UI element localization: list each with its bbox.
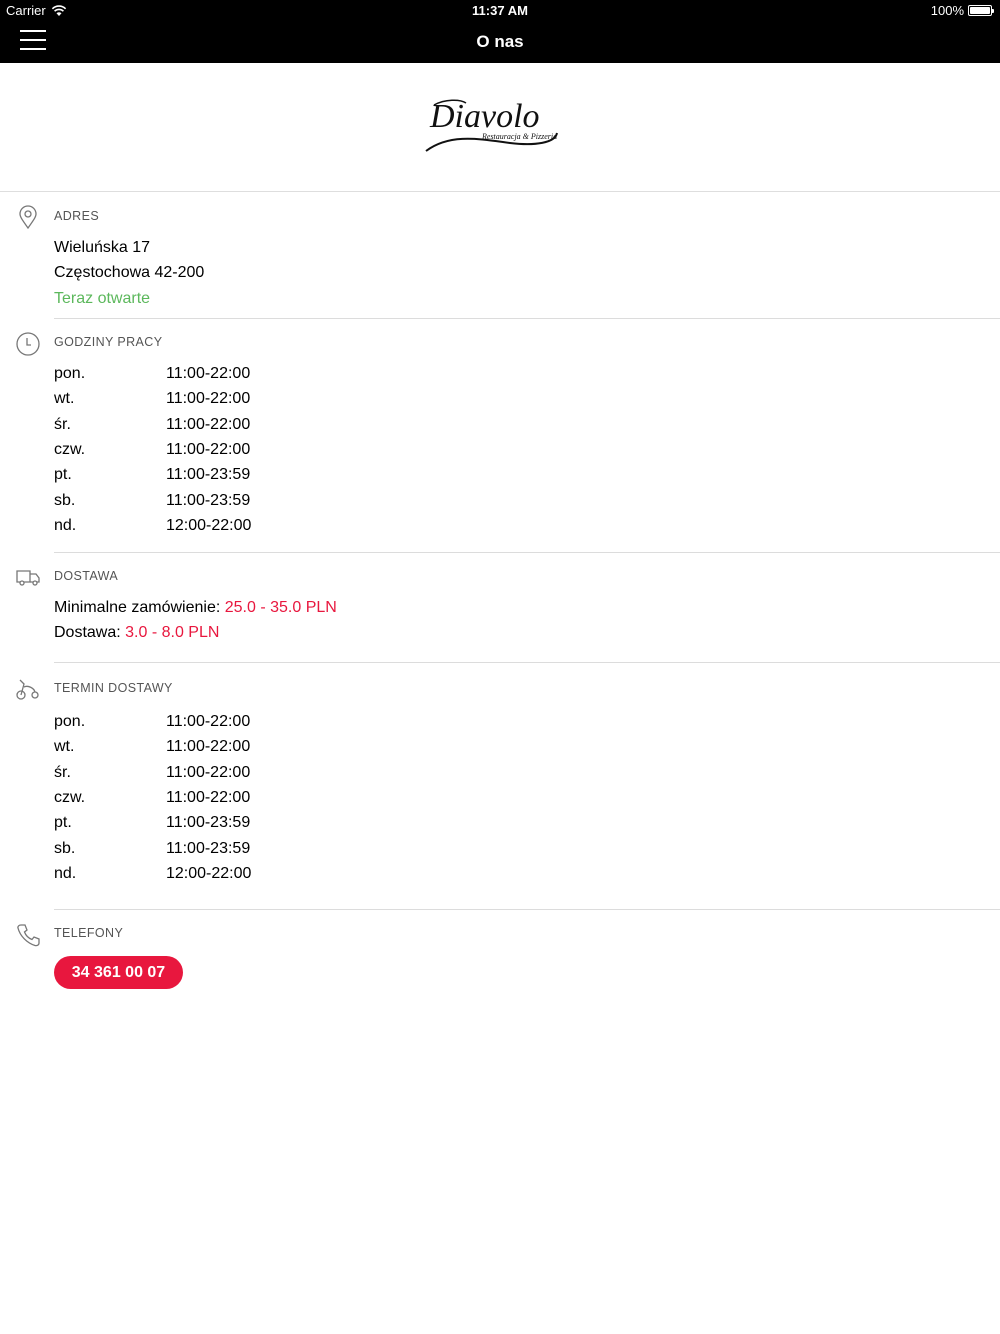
delivery-hours-row: wt. 11:00-22:00 xyxy=(54,738,250,756)
hours-value: 11:00-23:59 xyxy=(166,814,251,832)
delivery-fee-value: 3.0 - 8.0 PLN xyxy=(125,624,220,641)
address-street: Wieluńska 17 xyxy=(54,239,151,256)
page-title: O nas xyxy=(476,32,524,51)
opening-hours-row: wt. 11:00-22:00 xyxy=(54,390,250,408)
day-label: czw. xyxy=(54,440,86,458)
delivery-hours-row: czw. 11:00-22:00 xyxy=(54,789,250,807)
hours-value: 12:00-22:00 xyxy=(166,516,252,534)
delivery-label: DOSTAWA xyxy=(54,569,119,583)
divider xyxy=(54,909,1000,910)
day-label: sb. xyxy=(54,839,76,857)
top-bar: Carrier 11:37 AM 100% O nas xyxy=(0,0,1000,63)
hours-value: 11:00-22:00 xyxy=(166,763,251,781)
hours-value: 11:00-22:00 xyxy=(166,390,251,408)
day-label: pon. xyxy=(54,365,86,382)
delivery-hours-row: sb. 11:00-23:59 xyxy=(54,840,250,858)
location-pin-icon xyxy=(19,205,37,230)
opening-hours-label: GODZINY PRACY xyxy=(54,335,163,349)
hours-value: 12:00-22:00 xyxy=(166,864,252,882)
hours-value: 11:00-22:00 xyxy=(166,788,251,806)
day-label: wt. xyxy=(54,390,75,408)
delivery-hours-row: pt. 11:00-23:59 xyxy=(54,814,250,832)
delivery-truck-icon xyxy=(16,570,40,586)
delivery-hours-row: śr. 11:00-22:00 xyxy=(54,764,250,782)
divider xyxy=(54,662,1000,663)
hours-value: 11:00-23:59 xyxy=(166,466,251,484)
hours-value: 11:00-23:59 xyxy=(166,491,251,509)
svg-text:Restauracja & Pizzeria: Restauracja & Pizzeria xyxy=(481,132,557,141)
clock-icon xyxy=(16,332,40,356)
hours-value: 11:00-22:00 xyxy=(166,738,251,756)
day-label: wt. xyxy=(54,738,75,756)
open-status: Teraz otwarte xyxy=(54,290,151,307)
svg-text:Diavolo: Diavolo xyxy=(429,98,540,135)
battery-percent: 100% xyxy=(930,3,964,18)
day-label: pt. xyxy=(54,466,72,484)
opening-hours-row: pt. 11:00-23:59 xyxy=(54,466,250,484)
opening-hours-row: czw. 11:00-22:00 xyxy=(54,441,250,459)
opening-hours-row: pon. 11:00-22:00 xyxy=(54,365,250,383)
address-city: Częstochowa 42-200 xyxy=(54,264,205,281)
diavolo-logo: Diavolo Restauracja & Pizzeria xyxy=(425,98,558,152)
hours-value: 11:00-23:59 xyxy=(166,839,251,857)
address-label: ADRES xyxy=(54,209,100,223)
divider xyxy=(54,552,1000,553)
hours-value: 11:00-22:00 xyxy=(166,365,251,382)
day-label: sb. xyxy=(54,491,76,509)
day-label: pon. xyxy=(54,713,86,730)
phones-label: TELEFONY xyxy=(54,926,124,940)
day-label: nd. xyxy=(54,864,77,882)
phone-icon xyxy=(17,924,40,947)
hours-value: 11:00-22:00 xyxy=(166,440,251,458)
hours-value: 11:00-22:00 xyxy=(166,415,251,433)
day-label: śr. xyxy=(54,415,71,433)
day-label: nd. xyxy=(54,516,77,534)
min-order-label: Minimalne zamówienie: xyxy=(54,599,221,616)
delivery-hours-label: TERMIN DOSTAWY xyxy=(54,681,173,695)
opening-hours-row: nd. 12:00-22:00 xyxy=(54,517,251,535)
day-label: śr. xyxy=(54,763,71,781)
opening-hours-row: śr. 11:00-22:00 xyxy=(54,416,250,434)
hours-value: 11:00-22:00 xyxy=(166,713,251,730)
status-time: 11:37 AM xyxy=(472,3,528,18)
status-right: 100% xyxy=(930,3,994,18)
delivery-fee-line: Dostawa: 3.0 - 8.0 PLN xyxy=(54,624,219,642)
delivery-fee-label: Dostawa: xyxy=(54,624,121,641)
min-order-line: Minimalne zamówienie: 25.0 - 35.0 PLN xyxy=(54,599,337,617)
battery-icon xyxy=(968,5,994,16)
day-label: czw. xyxy=(54,788,86,806)
divider xyxy=(54,318,1000,319)
opening-hours-row: sb. 11:00-23:59 xyxy=(54,492,250,510)
call-phone-button[interactable]: 34 361 00 07 xyxy=(54,956,183,989)
day-label: pt. xyxy=(54,814,72,832)
min-order-value: 25.0 - 35.0 PLN xyxy=(224,599,337,616)
scooter-icon xyxy=(16,679,39,700)
logo-header: Diavolo Restauracja & Pizzeria xyxy=(0,63,1000,192)
delivery-hours-row: nd. 12:00-22:00 xyxy=(54,865,251,883)
delivery-hours-row: pon. 11:00-22:00 xyxy=(54,713,250,731)
